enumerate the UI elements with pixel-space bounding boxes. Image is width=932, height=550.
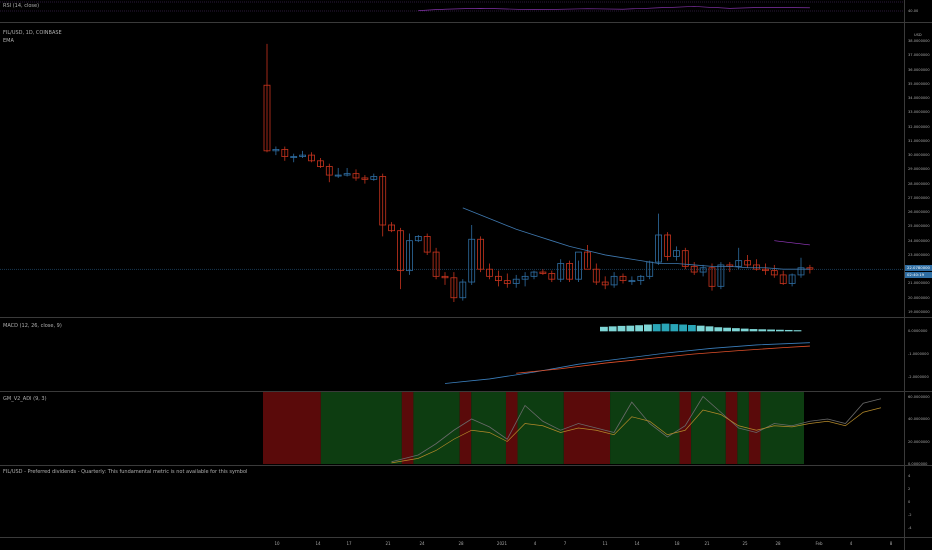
macd-histogram-bar: [776, 329, 784, 332]
macd-histogram-bar: [723, 327, 731, 332]
macd-histogram-bar: [679, 324, 687, 332]
macd-histogram-bar: [732, 328, 740, 332]
macd-histogram-bar: [767, 329, 775, 332]
regime-band: [401, 392, 414, 464]
macd-histogram-bar: [749, 329, 758, 332]
macd-histogram-bar: [652, 324, 661, 332]
regime-band: [725, 392, 738, 464]
macd-histogram-bar: [740, 328, 749, 332]
macd-line: [444, 342, 810, 384]
regime-band: [748, 392, 761, 464]
macd-histogram-bar: [793, 330, 802, 332]
macd-histogram-bar: [670, 324, 679, 332]
macd-histogram-bar: [600, 326, 608, 332]
macd-histogram-bar: [758, 329, 767, 332]
ema-line-secondary: [774, 240, 810, 246]
macd-histogram-bar: [644, 324, 652, 332]
macd-histogram-bar: [688, 324, 696, 332]
ema-line: [462, 207, 810, 270]
regime-band: [760, 392, 804, 464]
regime-band: [505, 392, 518, 464]
macd-histogram-bar: [784, 329, 793, 332]
signal-line: [516, 345, 810, 374]
regime-band: [263, 392, 321, 464]
macd-histogram-bar: [608, 326, 617, 332]
regime-band: [691, 392, 726, 464]
macd-histogram-bar: [661, 323, 670, 332]
rsi-line: [418, 6, 810, 11]
regime-band: [459, 392, 472, 464]
regime-band: [471, 392, 506, 464]
regime-band: [320, 392, 402, 464]
chart-canvas[interactable]: [0, 0, 932, 550]
macd-histogram-bar: [617, 325, 626, 332]
macd-histogram-bar: [714, 327, 723, 332]
macd-histogram-bar: [626, 325, 635, 332]
macd-histogram-bar: [696, 325, 705, 332]
macd-histogram-bar: [635, 325, 643, 332]
regime-band: [563, 392, 611, 464]
macd-histogram-bar: [705, 326, 714, 332]
